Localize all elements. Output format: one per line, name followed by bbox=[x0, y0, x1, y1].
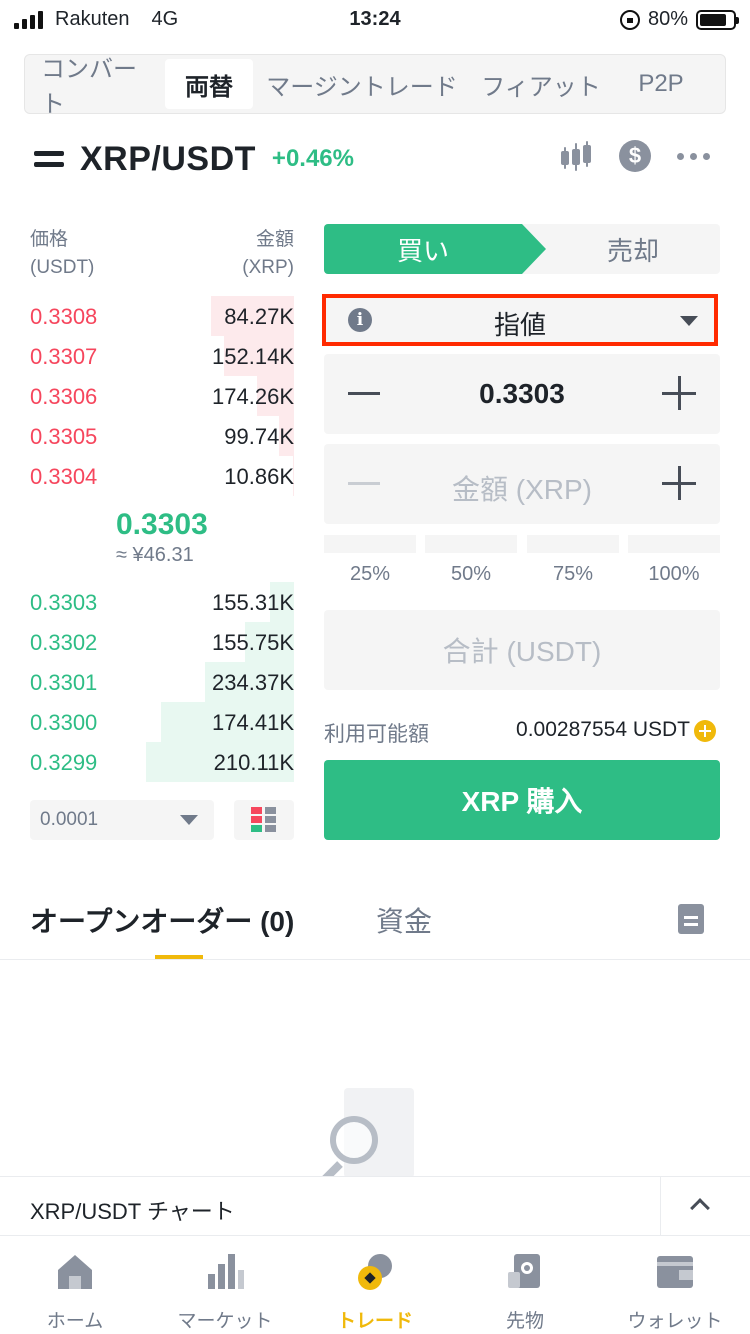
empty-search-icon bbox=[316, 1088, 436, 1184]
tab-margin[interactable]: マージントレード bbox=[253, 59, 471, 109]
battery-percent: 80% bbox=[647, 8, 688, 30]
battery-icon bbox=[696, 9, 739, 30]
pair-title[interactable]: XRP/USDT bbox=[80, 140, 256, 179]
price-increase-button[interactable] bbox=[662, 376, 696, 410]
ask-row[interactable]: 0.3306 174.26K bbox=[30, 376, 294, 416]
dollar-icon[interactable]: $ bbox=[619, 140, 651, 172]
bid-row[interactable]: 0.3299 210.11K bbox=[30, 742, 294, 782]
wallet-icon bbox=[657, 1256, 693, 1288]
percent-bar-25[interactable] bbox=[324, 535, 416, 553]
tab-convert[interactable]: コンバート bbox=[31, 56, 165, 118]
amount-stepper: 金額 (XRP) bbox=[324, 444, 720, 524]
more-icon[interactable] bbox=[677, 152, 710, 160]
amount-input[interactable]: 金額 (XRP) bbox=[324, 468, 720, 508]
nav-label: ウォレット bbox=[627, 1311, 723, 1332]
nav-markets[interactable]: マーケット bbox=[150, 1236, 300, 1334]
nav-futures[interactable]: 先物 bbox=[450, 1236, 600, 1334]
percent-bar-50[interactable] bbox=[425, 535, 517, 553]
ask-row[interactable]: 0.3307 152.14K bbox=[30, 336, 294, 376]
order-history-icon[interactable] bbox=[678, 904, 704, 934]
divider bbox=[0, 959, 750, 960]
last-price-fiat: ≈ ¥46.31 bbox=[116, 544, 194, 566]
orderbook-price-header: 価格 (USDT) bbox=[30, 229, 95, 278]
bottom-nav: ホーム マーケット トレード 先物 ウォレット bbox=[0, 1236, 750, 1334]
available-balance: 0.00287554 USDT bbox=[516, 718, 690, 741]
chevron-down-icon bbox=[680, 316, 698, 326]
tab-open-orders[interactable]: オープンオーダー (0) bbox=[30, 900, 294, 940]
status-bar: Rakuten 4G 13:24 80% bbox=[0, 0, 750, 40]
available-label: 利用可能額 bbox=[324, 723, 429, 746]
order-type-label: 指値 bbox=[493, 310, 546, 340]
ask-row[interactable]: 0.3305 99.74K bbox=[30, 416, 294, 456]
nav-label: トレード bbox=[336, 1311, 413, 1332]
top-tabs: コンバート 両替 マージントレード フィアット P2P bbox=[24, 54, 726, 118]
precision-value: 0.0001 bbox=[40, 809, 99, 830]
price-stepper: 0.3303 bbox=[324, 354, 720, 434]
tab-fiat[interactable]: フィアット bbox=[471, 59, 611, 109]
ask-row[interactable]: 0.3304 10.86K bbox=[30, 456, 294, 496]
tab-funds[interactable]: 資金 bbox=[376, 900, 432, 940]
tab-p2p[interactable]: P2P bbox=[611, 59, 711, 109]
add-funds-icon[interactable] bbox=[694, 720, 716, 742]
nav-label: マーケット bbox=[177, 1311, 273, 1332]
orderbook-layout-icon[interactable] bbox=[234, 800, 294, 840]
percent-100-label[interactable]: 100% bbox=[628, 563, 720, 586]
pair-header[interactable]: XRP/USDT +0.46% bbox=[30, 134, 354, 184]
orderbook-amount-header: 金額 (XRP) bbox=[242, 229, 294, 278]
nav-wallet[interactable]: ウォレット bbox=[600, 1236, 750, 1334]
bid-row[interactable]: 0.3302 155.75K bbox=[30, 622, 294, 662]
buy-tab-arrow bbox=[522, 224, 546, 274]
percent-bar-100[interactable] bbox=[628, 535, 720, 553]
sell-tab[interactable]: 売却 bbox=[546, 224, 720, 274]
buy-tab[interactable]: 買い bbox=[324, 224, 522, 274]
percent-bar-75[interactable] bbox=[527, 535, 619, 553]
precision-select[interactable]: 0.0001 bbox=[30, 800, 214, 840]
chart-drawer[interactable]: XRP/USDT チャート bbox=[0, 1176, 750, 1237]
home-icon bbox=[58, 1255, 92, 1289]
bid-row[interactable]: 0.3300 174.41K bbox=[30, 702, 294, 742]
trade-icon bbox=[358, 1254, 392, 1290]
candlestick-chart-icon[interactable] bbox=[559, 141, 593, 171]
buy-xrp-button[interactable]: XRP 購入 bbox=[324, 760, 720, 840]
futures-icon bbox=[508, 1254, 540, 1288]
nav-label: ホーム bbox=[46, 1311, 104, 1332]
nav-label: 先物 bbox=[505, 1311, 544, 1332]
amount-increase-button[interactable] bbox=[662, 466, 696, 500]
buy-sell-toggle: 買い 売却 bbox=[324, 224, 720, 274]
total-input[interactable]: 合計 (USDT) bbox=[324, 610, 720, 690]
chevron-up-icon[interactable] bbox=[690, 1198, 710, 1218]
ask-row[interactable]: 0.3308 84.27K bbox=[30, 296, 294, 336]
nav-home[interactable]: ホーム bbox=[0, 1236, 150, 1334]
market-icon bbox=[208, 1254, 244, 1289]
chevron-down-icon bbox=[180, 815, 198, 825]
pair-change: +0.46% bbox=[271, 145, 354, 172]
rotation-lock-icon bbox=[619, 9, 640, 30]
chart-drawer-label: XRP/USDT チャート bbox=[30, 1199, 235, 1224]
price-input[interactable]: 0.3303 bbox=[324, 378, 720, 410]
divider bbox=[660, 1177, 661, 1237]
header-actions: $ bbox=[559, 140, 710, 172]
last-price[interactable]: 0.3303 bbox=[116, 508, 208, 542]
status-right: 80% bbox=[619, 8, 739, 31]
percent-25-label[interactable]: 25% bbox=[324, 563, 416, 586]
percent-50-label[interactable]: 50% bbox=[425, 563, 517, 586]
tab-exchange[interactable]: 両替 bbox=[165, 59, 253, 109]
swap-icon[interactable] bbox=[30, 144, 68, 174]
order-type-select[interactable]: i 指値 bbox=[322, 294, 718, 346]
bid-row[interactable]: 0.3301 234.37K bbox=[30, 662, 294, 702]
nav-trade[interactable]: トレード bbox=[300, 1236, 450, 1334]
bid-row[interactable]: 0.3303 155.31K bbox=[30, 582, 294, 622]
percent-75-label[interactable]: 75% bbox=[527, 563, 619, 586]
